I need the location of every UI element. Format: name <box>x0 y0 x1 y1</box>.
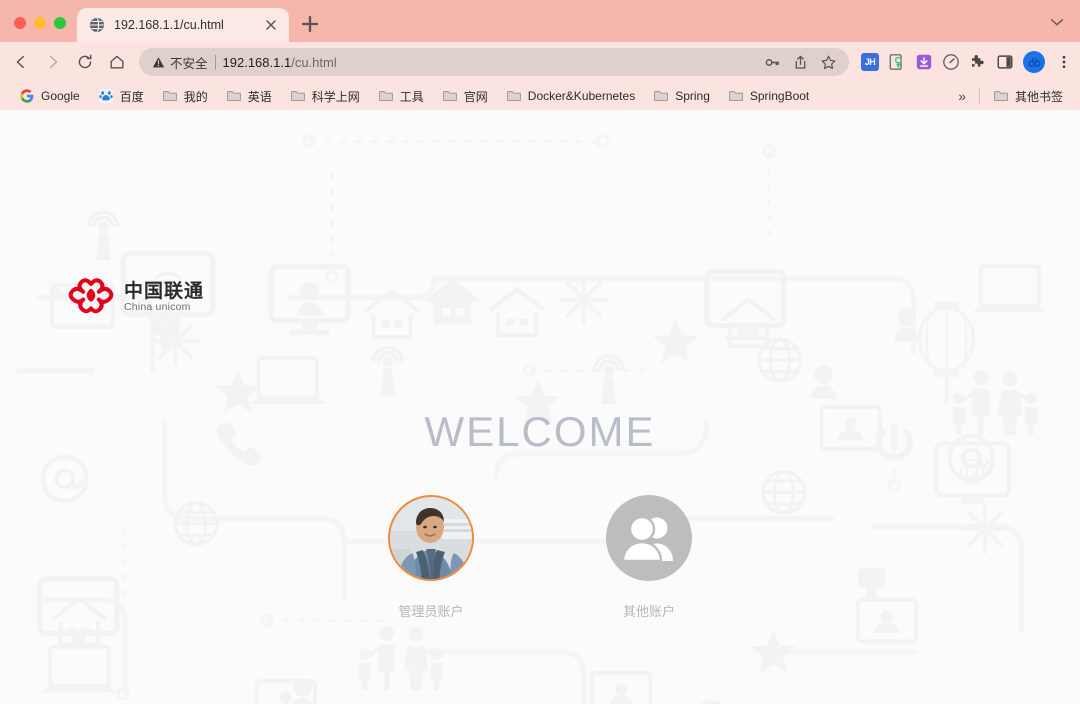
bookmark-label: 工具 <box>400 88 424 105</box>
folder-icon <box>442 88 458 104</box>
tab-strip: 192.168.1.1/cu.html <box>0 0 1080 42</box>
new-tab-button[interactable] <box>296 10 324 38</box>
bookmark-label: 官网 <box>464 88 488 105</box>
folder-icon <box>653 88 669 104</box>
folder-icon <box>993 88 1009 104</box>
folder-icon <box>226 88 242 104</box>
admin-portrait-photo <box>390 497 474 581</box>
close-window-button[interactable] <box>14 17 26 29</box>
account-label: 管理员账户 <box>398 601 463 620</box>
bookmark-folder-springboot[interactable]: SpringBoot <box>719 85 818 107</box>
extensions-area: JH <box>857 51 1072 73</box>
key-icon[interactable] <box>764 54 781 71</box>
omnibox-divider <box>215 55 216 70</box>
maximize-window-button[interactable] <box>54 17 66 29</box>
account-label: 其他账户 <box>623 601 675 620</box>
bookmark-folder-tools[interactable]: 工具 <box>369 85 433 107</box>
security-label: 不安全 <box>170 53 208 72</box>
page-viewport: @ <box>0 110 1080 704</box>
china-unicom-knot-icon <box>68 276 114 318</box>
browser-window: 192.168.1.1/cu.html <box>0 0 1080 704</box>
glasses-icon <box>1027 55 1042 70</box>
bookmark-label: Spring <box>675 89 710 103</box>
china-unicom-logo: 中国联通 China unicom <box>68 276 204 318</box>
download-extension-icon[interactable] <box>915 53 933 71</box>
bookmark-label: 英语 <box>248 88 272 105</box>
brand-name-cn: 中国联通 <box>124 282 204 301</box>
bookmark-folder-my[interactable]: 我的 <box>153 85 217 107</box>
generic-users-avatar[interactable] <box>606 495 692 581</box>
back-button[interactable] <box>6 47 36 77</box>
url-host: 192.168.1.1 <box>223 55 292 70</box>
two-people-icon <box>621 514 677 562</box>
reload-button[interactable] <box>70 47 100 77</box>
bookmarks-overflow-button[interactable]: » <box>949 88 975 104</box>
three-dot-menu-icon[interactable] <box>1056 54 1072 70</box>
document-person-extension-icon[interactable] <box>888 53 906 71</box>
bookmark-folder-vpn[interactable]: 科学上网 <box>281 85 369 107</box>
bookmarks-bar: Google 百度 我的 英语 <box>0 82 1080 110</box>
star-icon[interactable] <box>820 54 837 71</box>
profile-avatar-icon[interactable] <box>1023 51 1045 73</box>
bookmarks-divider <box>979 88 980 104</box>
bookmark-other-bookmarks[interactable]: 其他书签 <box>984 85 1072 107</box>
minimize-window-button[interactable] <box>34 17 46 29</box>
window-controls <box>0 17 77 42</box>
china-unicom-wordmark: 中国联通 China unicom <box>124 282 204 313</box>
bookmark-folder-docker[interactable]: Docker&Kubernetes <box>497 85 644 107</box>
bookmark-label: SpringBoot <box>750 89 809 103</box>
bookmark-baidu[interactable]: 百度 <box>89 85 153 107</box>
globe-icon <box>89 17 105 33</box>
url-text: 192.168.1.1/cu.html <box>223 55 757 70</box>
omnibox-actions <box>764 54 839 71</box>
tab-title: 192.168.1.1/cu.html <box>114 18 254 32</box>
chevron-down-icon[interactable] <box>1048 13 1066 31</box>
folder-icon <box>162 88 178 104</box>
bookmark-folder-official[interactable]: 官网 <box>433 85 497 107</box>
puzzle-extensions-icon[interactable] <box>969 53 987 71</box>
google-icon <box>19 88 35 104</box>
folder-icon <box>290 88 306 104</box>
bookmark-label: 百度 <box>120 88 144 105</box>
bookmark-label: 科学上网 <box>312 88 360 105</box>
home-icon <box>108 53 126 71</box>
bookmark-label: Docker&Kubernetes <box>528 89 635 103</box>
forward-button[interactable] <box>38 47 68 77</box>
security-indicator[interactable]: 不安全 <box>152 53 208 72</box>
address-bar[interactable]: 不安全 192.168.1.1/cu.html <box>139 48 849 76</box>
brand-name-en: China unicom <box>124 302 204 313</box>
back-arrow-icon <box>12 53 30 71</box>
warning-triangle-icon <box>152 56 165 69</box>
browser-toolbar: 不安全 192.168.1.1/cu.html <box>0 42 1080 82</box>
folder-icon <box>378 88 394 104</box>
account-other[interactable]: 其他账户 <box>606 495 692 620</box>
jh-extension-icon[interactable]: JH <box>861 53 879 71</box>
page-title: WELCOME <box>0 408 1080 456</box>
close-icon[interactable] <box>263 17 279 33</box>
home-button[interactable] <box>102 47 132 77</box>
bookmark-folder-spring[interactable]: Spring <box>644 85 719 107</box>
account-admin[interactable]: 管理员账户 <box>388 495 474 620</box>
speedometer-extension-icon[interactable] <box>942 53 960 71</box>
forward-arrow-icon <box>44 53 62 71</box>
baidu-icon <box>98 88 114 104</box>
bookmark-label: 其他书签 <box>1015 88 1063 105</box>
folder-icon <box>506 88 522 104</box>
bookmark-label: 我的 <box>184 88 208 105</box>
folder-icon <box>728 88 744 104</box>
reload-icon <box>76 53 94 71</box>
admin-photo-avatar[interactable] <box>388 495 474 581</box>
browser-tab[interactable]: 192.168.1.1/cu.html <box>77 8 289 42</box>
bookmark-label: Google <box>41 89 80 103</box>
bookmark-folder-english[interactable]: 英语 <box>217 85 281 107</box>
share-icon[interactable] <box>792 54 809 71</box>
url-path: /cu.html <box>291 55 337 70</box>
side-panel-icon[interactable] <box>996 53 1014 71</box>
bookmark-google[interactable]: Google <box>10 85 89 107</box>
account-chooser: 管理员账户 其他账户 <box>0 495 1080 620</box>
